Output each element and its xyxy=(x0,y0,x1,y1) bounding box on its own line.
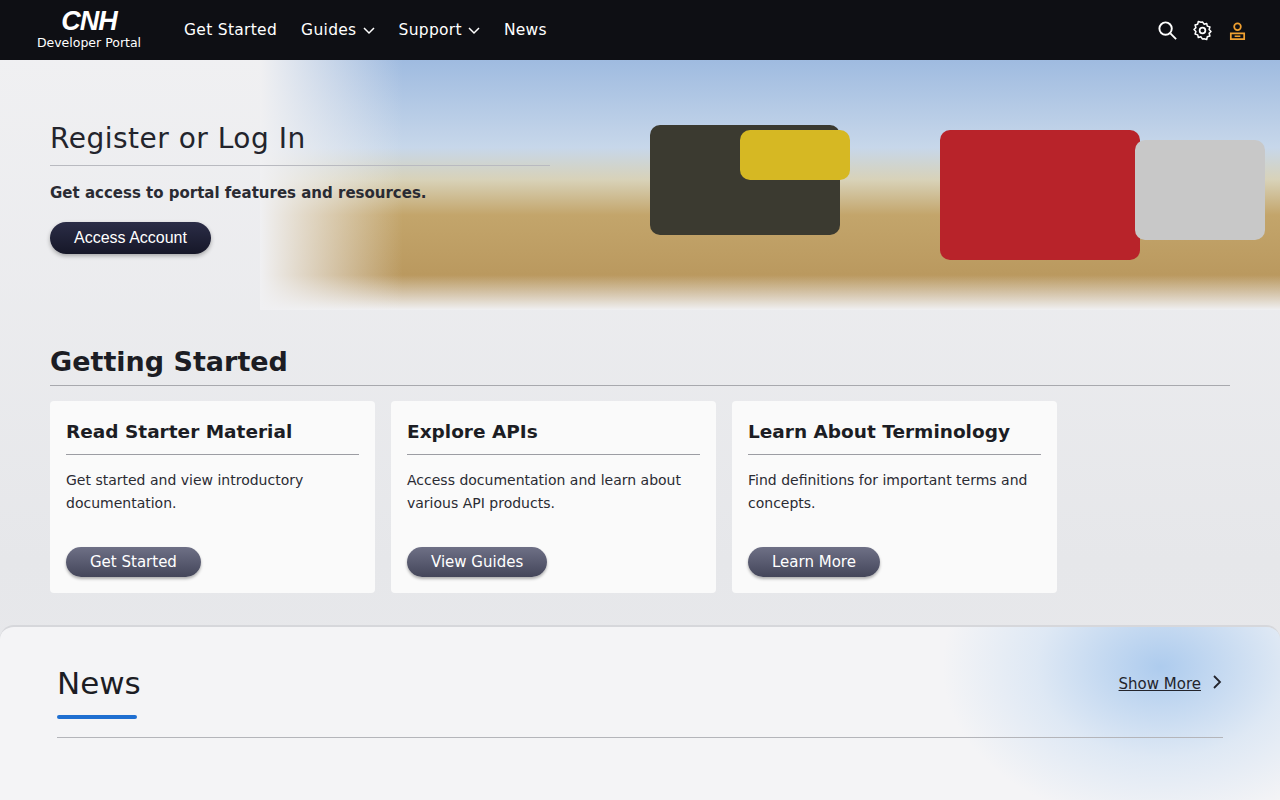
nav-item[interactable]: Support xyxy=(399,21,480,39)
nav-label[interactable]: Support xyxy=(399,21,462,39)
chevron-down-icon[interactable] xyxy=(468,24,480,36)
nav-label[interactable]: Get Started xyxy=(184,21,277,39)
logo[interactable]: CNH xyxy=(61,9,117,33)
news-title: News xyxy=(57,665,141,719)
card-button[interactable]: View Guides xyxy=(407,547,547,577)
search-icon[interactable] xyxy=(1157,20,1178,41)
card-title: Explore APIs xyxy=(407,421,700,455)
hero-text: Get access to portal features and resour… xyxy=(50,184,550,202)
brand[interactable]: CNH Developer Portal xyxy=(32,9,146,51)
gear-icon[interactable] xyxy=(1192,20,1213,41)
info-card: Explore APIs Access documentation and lea… xyxy=(391,401,716,593)
news-header: News Show More xyxy=(57,665,1223,738)
card-list: Read Starter Material Get started and vie… xyxy=(50,401,1230,593)
card-button[interactable]: Get Started xyxy=(66,547,201,577)
news-section: News Show More xyxy=(0,625,1280,800)
hero-title: Register or Log In xyxy=(50,122,550,166)
nav-item[interactable]: Get Started xyxy=(184,21,277,39)
access-account-button[interactable]: Access Account xyxy=(50,222,211,254)
show-more-label[interactable]: Show More xyxy=(1119,675,1201,693)
nav-item[interactable]: Guides xyxy=(301,21,374,39)
section-title: Getting Started xyxy=(50,346,1230,386)
card-title: Learn About Terminology xyxy=(748,421,1041,455)
news-glow xyxy=(940,627,1280,800)
machine-shape xyxy=(740,130,850,180)
header-icons xyxy=(1157,20,1248,41)
login-panel: Register or Log In Get access to portal f… xyxy=(0,60,550,310)
user-icon[interactable] xyxy=(1227,20,1248,41)
top-bar: CNH Developer Portal Get Started Guides Supp… xyxy=(0,0,1280,60)
card-text: Access documentation and learn about var… xyxy=(407,469,700,531)
machine-shape xyxy=(1135,140,1265,240)
card-text: Get started and view introductory docume… xyxy=(66,469,359,531)
getting-started-section: Getting Started Read Starter Material Get … xyxy=(0,310,1280,593)
machine-shape xyxy=(940,130,1140,260)
nav-label[interactable]: News xyxy=(504,21,547,39)
hero-banner: Register or Log In Get access to portal f… xyxy=(0,60,1280,310)
card-button[interactable]: Learn More xyxy=(748,547,880,577)
info-card: Read Starter Material Get started and vie… xyxy=(50,401,375,593)
chevron-down-icon[interactable] xyxy=(363,24,375,36)
card-text: Find definitions for important terms and… xyxy=(748,469,1041,531)
show-more-link[interactable]: Show More xyxy=(1119,675,1223,693)
portal-subtitle: Developer Portal xyxy=(37,35,141,51)
chevron-right-icon[interactable] xyxy=(1211,675,1223,693)
card-title: Read Starter Material xyxy=(66,421,359,455)
nav-label[interactable]: Guides xyxy=(301,21,356,39)
info-card: Learn About Terminology Find definitions … xyxy=(732,401,1057,593)
nav-item[interactable]: News xyxy=(504,21,547,39)
main-nav: Get Started Guides Support News xyxy=(184,21,1157,39)
